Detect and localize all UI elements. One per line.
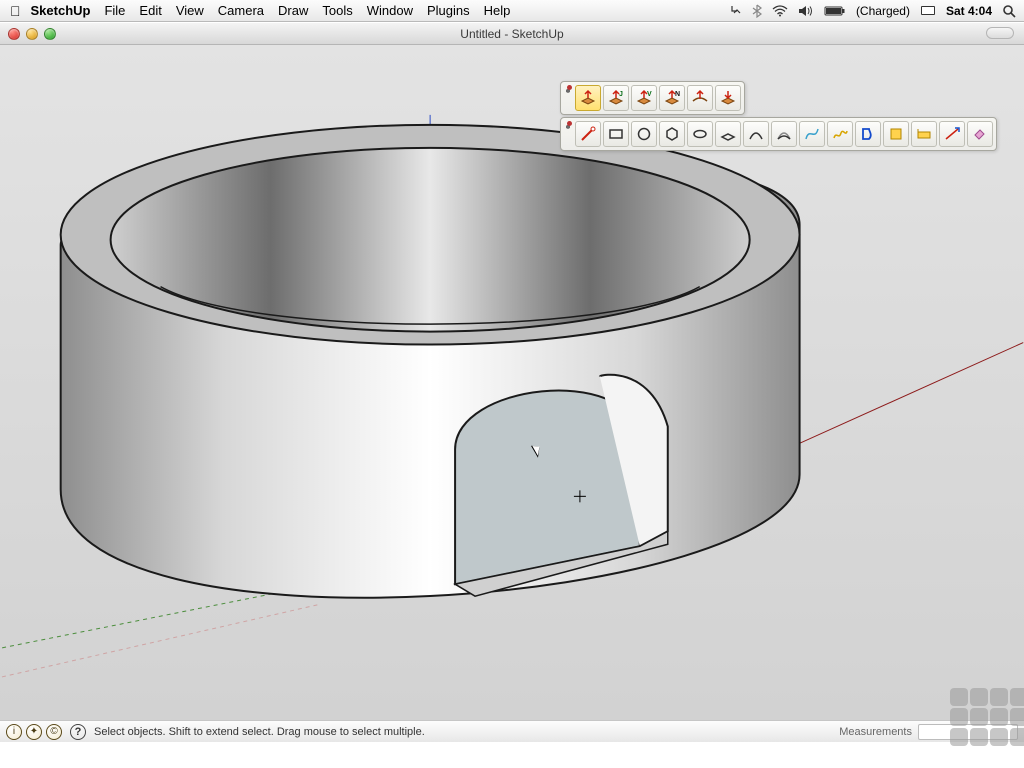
tool-circle[interactable]: [631, 121, 657, 147]
help-icon[interactable]: ?: [70, 724, 86, 740]
bluetooth-icon[interactable]: [752, 4, 762, 18]
display-icon[interactable]: [920, 5, 936, 17]
tool-joint-j[interactable]: J: [603, 85, 629, 111]
tool-joint-extrude[interactable]: [715, 85, 741, 111]
spotlight-icon[interactable]: [1002, 4, 1016, 18]
tool-face[interactable]: [715, 121, 741, 147]
menu-help[interactable]: Help: [484, 3, 511, 18]
geolocation-icon[interactable]: ✦: [26, 724, 42, 740]
battery-status: (Charged): [856, 4, 910, 18]
svg-text:V: V: [647, 91, 652, 98]
instructor-icon[interactable]: i: [6, 724, 22, 740]
tool-shape[interactable]: [883, 121, 909, 147]
tool-freehand[interactable]: [827, 121, 853, 147]
tool-joint-round[interactable]: [687, 85, 713, 111]
measurements-field[interactable]: [918, 724, 1018, 740]
tool-arc[interactable]: [743, 121, 769, 147]
palette-shapes[interactable]: [560, 117, 997, 151]
tool-rectangle[interactable]: [603, 121, 629, 147]
menu-camera[interactable]: Camera: [218, 3, 264, 18]
palette-grip-icon[interactable]: [564, 86, 572, 110]
tool-sweep[interactable]: [911, 121, 937, 147]
tool-polygon[interactable]: [659, 121, 685, 147]
measurements-label: Measurements: [839, 726, 912, 738]
sync-icon[interactable]: [728, 4, 742, 18]
tool-extrude[interactable]: [939, 121, 965, 147]
tool-joint-push-pull[interactable]: [575, 85, 601, 111]
tool-oval[interactable]: [687, 121, 713, 147]
window-close-button[interactable]: [8, 28, 20, 40]
svg-text:J: J: [619, 91, 623, 98]
mac-menubar:  SketchUp File Edit View Camera Draw To…: [0, 0, 1024, 22]
palette-joint-pushpull[interactable]: J V N: [560, 81, 745, 115]
menu-window[interactable]: Window: [367, 3, 413, 18]
palette-grip-icon[interactable]: [564, 122, 572, 146]
window-pill-button[interactable]: [986, 27, 1014, 39]
status-bar: i ✦ © ? Select objects. Shift to extend …: [0, 720, 1024, 742]
menu-view[interactable]: View: [176, 3, 204, 18]
svg-text:N: N: [675, 91, 680, 98]
sketchup-window: Untitled - SketchUp: [0, 22, 1024, 742]
clock[interactable]: Sat 4:04: [946, 4, 992, 18]
tool-lathe[interactable]: [855, 121, 881, 147]
tool-line[interactable]: [575, 121, 601, 147]
battery-icon[interactable]: [824, 5, 846, 17]
volume-icon[interactable]: [798, 5, 814, 17]
tool-joint-v[interactable]: V: [631, 85, 657, 111]
status-hint: Select objects. Shift to extend select. …: [94, 726, 839, 738]
window-zoom-button[interactable]: [44, 28, 56, 40]
wifi-icon[interactable]: [772, 5, 788, 17]
tool-pie[interactable]: [771, 121, 797, 147]
menu-plugins[interactable]: Plugins: [427, 3, 470, 18]
window-title: Untitled - SketchUp: [0, 27, 1024, 41]
credits-icon[interactable]: ©: [46, 724, 62, 740]
tool-paint[interactable]: [967, 121, 993, 147]
menu-edit[interactable]: Edit: [139, 3, 161, 18]
apple-menu-icon[interactable]: : [10, 3, 21, 19]
tool-bezier[interactable]: [799, 121, 825, 147]
app-menu[interactable]: SketchUp: [31, 3, 91, 18]
modeling-viewport[interactable]: J V N: [0, 45, 1024, 720]
menu-file[interactable]: File: [104, 3, 125, 18]
tool-joint-n[interactable]: N: [659, 85, 685, 111]
menu-tools[interactable]: Tools: [322, 3, 352, 18]
window-minimize-button[interactable]: [26, 28, 38, 40]
window-titlebar[interactable]: Untitled - SketchUp: [0, 23, 1024, 45]
menu-draw[interactable]: Draw: [278, 3, 308, 18]
